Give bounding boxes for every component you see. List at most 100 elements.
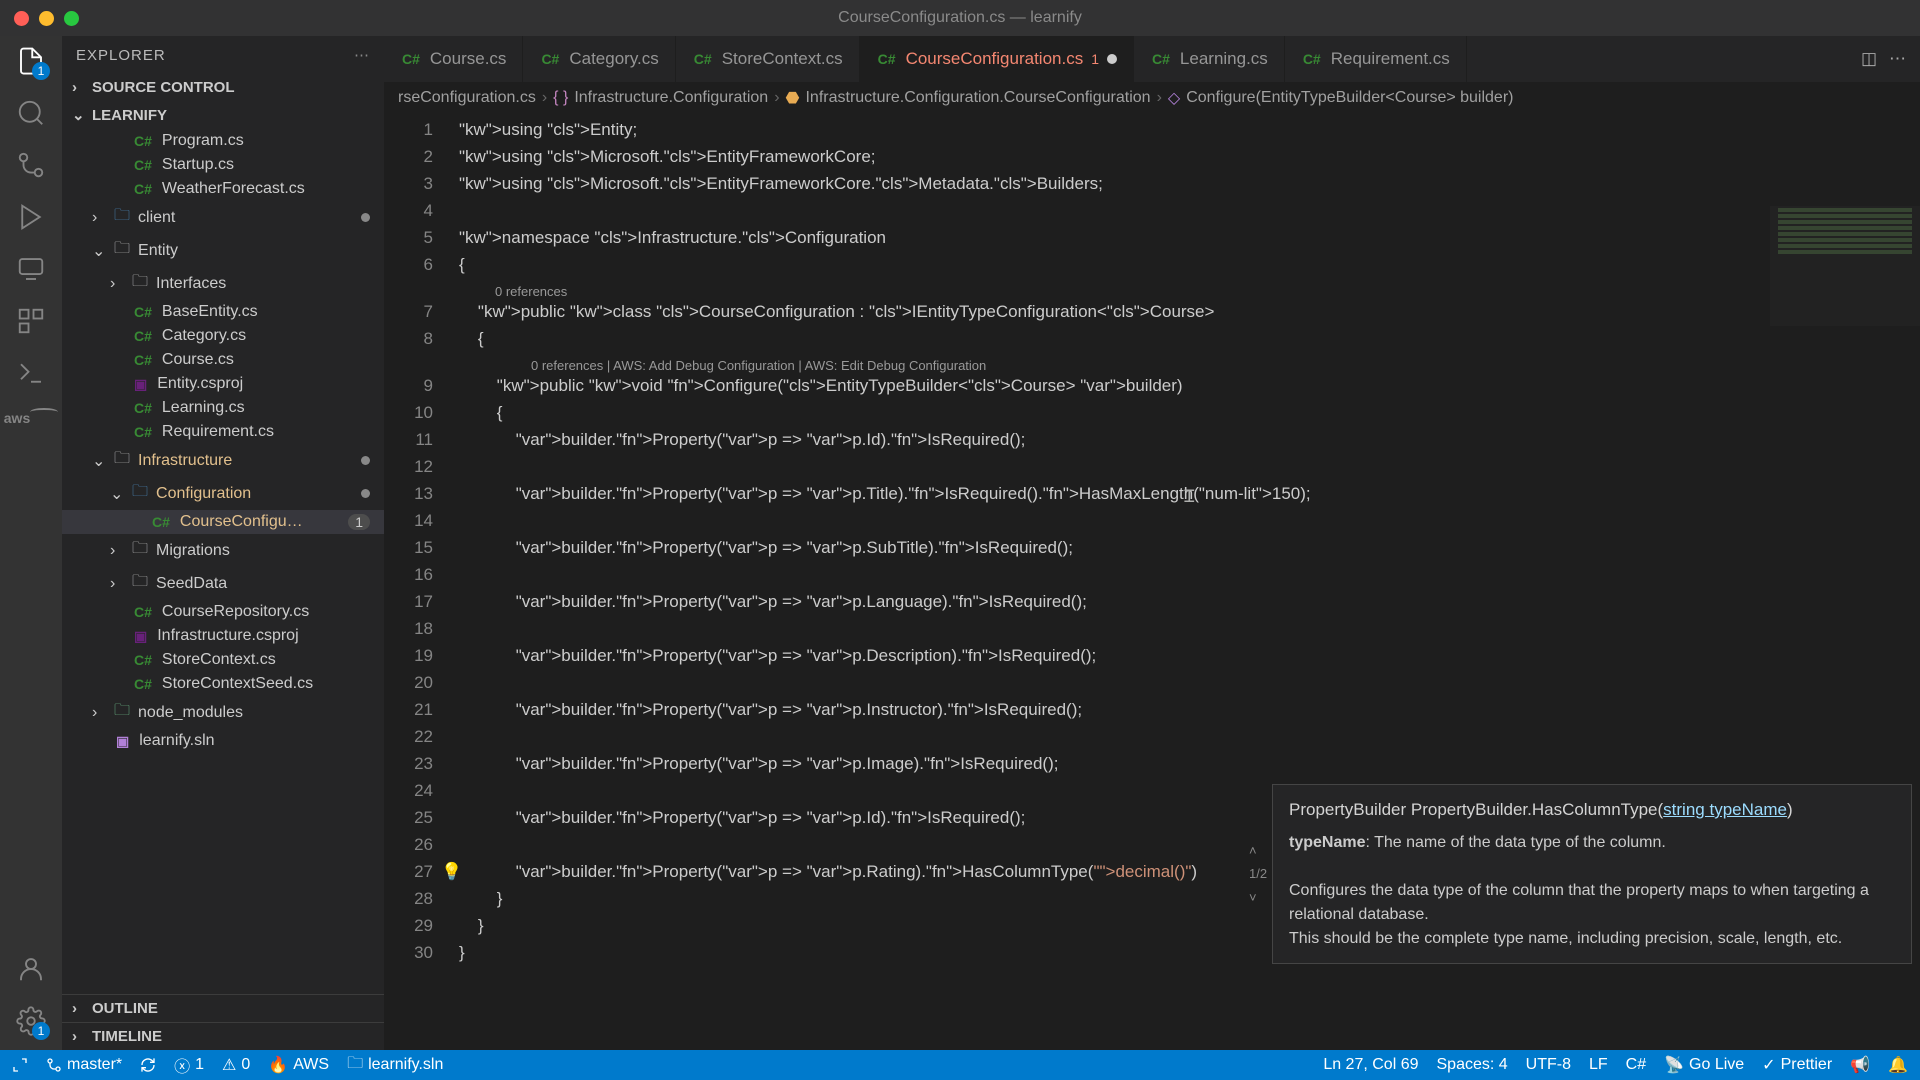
code-line[interactable] [459, 507, 1920, 534]
folder-item[interactable]: ›🗀Interfaces [62, 267, 384, 300]
more-icon[interactable]: ⋯ [1889, 49, 1906, 69]
file-item[interactable]: C#StoreContext.cs [62, 648, 384, 672]
source-control-icon[interactable] [16, 150, 46, 180]
file-item[interactable]: C#StoreContextSeed.cs [62, 672, 384, 696]
language-status[interactable]: C# [1626, 1056, 1646, 1074]
indent-status[interactable]: Spaces: 4 [1437, 1056, 1508, 1074]
eol-status[interactable]: LF [1589, 1056, 1608, 1074]
chevron-up-icon[interactable]: ˄ [1249, 841, 1267, 861]
chevron-down-icon[interactable]: ˅ [1249, 888, 1267, 908]
close-window-button[interactable] [14, 11, 29, 26]
settings-icon[interactable]: 1 [16, 1006, 46, 1036]
go-live-button[interactable]: 📡 Go Live [1664, 1055, 1744, 1075]
code-line[interactable] [459, 615, 1920, 642]
encoding-status[interactable]: UTF-8 [1526, 1056, 1571, 1074]
file-item[interactable]: C#Category.cs [62, 324, 384, 348]
file-item[interactable]: C#Startup.cs [62, 153, 384, 177]
extensions-icon[interactable] [16, 306, 46, 336]
code-line[interactable]: "kw">using "cls">Entity; [459, 116, 1920, 143]
solution-status[interactable]: 🗀 learnify.sln [347, 1052, 443, 1079]
git-branch[interactable]: master* [46, 1056, 122, 1074]
section-project[interactable]: ⌄LEARNIFY [62, 101, 384, 129]
crumb[interactable]: Configure(EntityTypeBuilder<Course> buil… [1186, 89, 1513, 107]
folder-item[interactable]: ›🗀node_modules [62, 696, 384, 729]
breadcrumb[interactable]: rseConfiguration.cs› { }Infrastructure.C… [384, 82, 1920, 114]
file-item[interactable]: C#CourseRepository.cs [62, 600, 384, 624]
code-line[interactable] [459, 453, 1920, 480]
lightbulb-icon[interactable]: 💡 [441, 858, 462, 885]
section-source-control[interactable]: ›SOURCE CONTROL [62, 74, 384, 101]
file-item[interactable]: C#BaseEntity.cs [62, 300, 384, 324]
file-item[interactable]: ▣learnify.sln [62, 729, 384, 753]
code-line[interactable]: "kw">public "kw">void "fn">Configure("cl… [459, 372, 1920, 399]
folder-item[interactable]: ›🗀Migrations [62, 534, 384, 567]
codelens[interactable]: 0 references [459, 278, 1920, 298]
code-line[interactable] [459, 197, 1920, 224]
editor-tab[interactable]: C#Category.cs [523, 36, 675, 82]
aws-icon[interactable]: aws [4, 410, 58, 426]
code-line[interactable]: "kw">using "cls">Microsoft."cls">EntityF… [459, 143, 1920, 170]
code-line[interactable]: "var">builder."fn">Property("var">p => "… [459, 696, 1920, 723]
code-line[interactable] [459, 669, 1920, 696]
sync-button[interactable] [140, 1057, 156, 1073]
editor-tab[interactable]: C#CourseConfiguration.cs 1 [860, 36, 1134, 82]
codelens[interactable]: 0 references | AWS: Add Debug Configurat… [459, 352, 1920, 372]
file-item[interactable]: C#WeatherForecast.cs [62, 177, 384, 201]
code-line[interactable]: { [459, 399, 1920, 426]
folder-item[interactable]: ⌄🗀Configuration [62, 477, 384, 510]
editor-tab[interactable]: C#StoreContext.cs [676, 36, 860, 82]
split-editor-icon[interactable]: ◫ [1861, 49, 1877, 69]
file-item[interactable]: ▣Infrastructure.csproj [62, 624, 384, 648]
feedback-icon[interactable]: 📢 [1850, 1055, 1870, 1075]
run-debug-icon[interactable] [16, 202, 46, 232]
maximize-window-button[interactable] [64, 11, 79, 26]
crumb[interactable]: Infrastructure.Configuration [574, 89, 768, 107]
file-item[interactable]: C#Course.cs [62, 348, 384, 372]
folder-item[interactable]: ⌄🗀Infrastructure [62, 444, 384, 477]
editor-tab[interactable]: C#Course.cs [384, 36, 523, 82]
folder-item[interactable]: ›🗀SeedData [62, 567, 384, 600]
search-icon[interactable] [16, 98, 46, 128]
tooltip-pager[interactable]: ˄ 1/2 ˅ [1249, 841, 1267, 908]
file-item[interactable]: C#Learning.cs [62, 396, 384, 420]
sidebar-menu-icon[interactable]: ⋯ [354, 46, 370, 64]
code-line[interactable]: "kw">using "cls">Microsoft."cls">EntityF… [459, 170, 1920, 197]
code-line[interactable]: "var">builder."fn">Property("var">p => "… [459, 588, 1920, 615]
prettier-button[interactable]: ✓ Prettier [1762, 1055, 1832, 1075]
account-icon[interactable] [16, 954, 46, 984]
file-item[interactable]: C#CourseConfigu…1 [62, 510, 384, 534]
problems-errors[interactable]: ⓧ 1 [174, 1053, 204, 1077]
code-line[interactable]: "var">builder."fn">Property("var">p => "… [459, 642, 1920, 669]
crumb[interactable]: Infrastructure.Configuration.CourseConfi… [805, 89, 1150, 107]
folder-item[interactable]: ›🗀client [62, 201, 384, 234]
code-line[interactable] [459, 723, 1920, 750]
problems-warnings[interactable]: ⚠ 0 [222, 1055, 250, 1075]
cursor-position[interactable]: Ln 27, Col 69 [1323, 1056, 1418, 1074]
code-line[interactable]: "kw">public "kw">class "cls">CourseConfi… [459, 298, 1920, 325]
explorer-icon[interactable]: 1 [16, 46, 46, 76]
minimize-window-button[interactable] [39, 11, 54, 26]
editor-tab[interactable]: C#Learning.cs [1134, 36, 1285, 82]
code-line[interactable]: "var">builder."fn">Property("var">p => "… [459, 534, 1920, 561]
folder-item[interactable]: ⌄🗀Entity [62, 234, 384, 267]
section-timeline[interactable]: ›TIMELINE [62, 1022, 384, 1050]
section-outline[interactable]: ›OUTLINE [62, 994, 384, 1022]
aws-status[interactable]: 🔥 AWS [268, 1055, 329, 1075]
editor-tab[interactable]: C#Requirement.cs [1285, 36, 1467, 82]
terminal-icon[interactable] [16, 358, 46, 388]
bell-icon[interactable]: 🔔 [1888, 1055, 1908, 1075]
minimap[interactable] [1770, 206, 1920, 326]
code-editor[interactable]: 1234567891011121314151617181920212223242… [384, 114, 1920, 1050]
remote-icon[interactable] [16, 254, 46, 284]
code-line[interactable]: "var">builder."fn">Property("var">p => "… [459, 750, 1920, 777]
code-line[interactable] [459, 561, 1920, 588]
code-line[interactable]: { [459, 325, 1920, 352]
code-line[interactable]: { [459, 251, 1920, 278]
remote-button[interactable] [12, 1057, 28, 1073]
file-item[interactable]: C#Requirement.cs [62, 420, 384, 444]
code-line[interactable]: "var">builder."fn">Property("var">p => "… [459, 426, 1920, 453]
code-line[interactable]: "kw">namespace "cls">Infrastructure."cls… [459, 224, 1920, 251]
file-item[interactable]: ▣Entity.csproj [62, 372, 384, 396]
crumb[interactable]: rseConfiguration.cs [398, 89, 536, 107]
file-item[interactable]: C#Program.cs [62, 129, 384, 153]
